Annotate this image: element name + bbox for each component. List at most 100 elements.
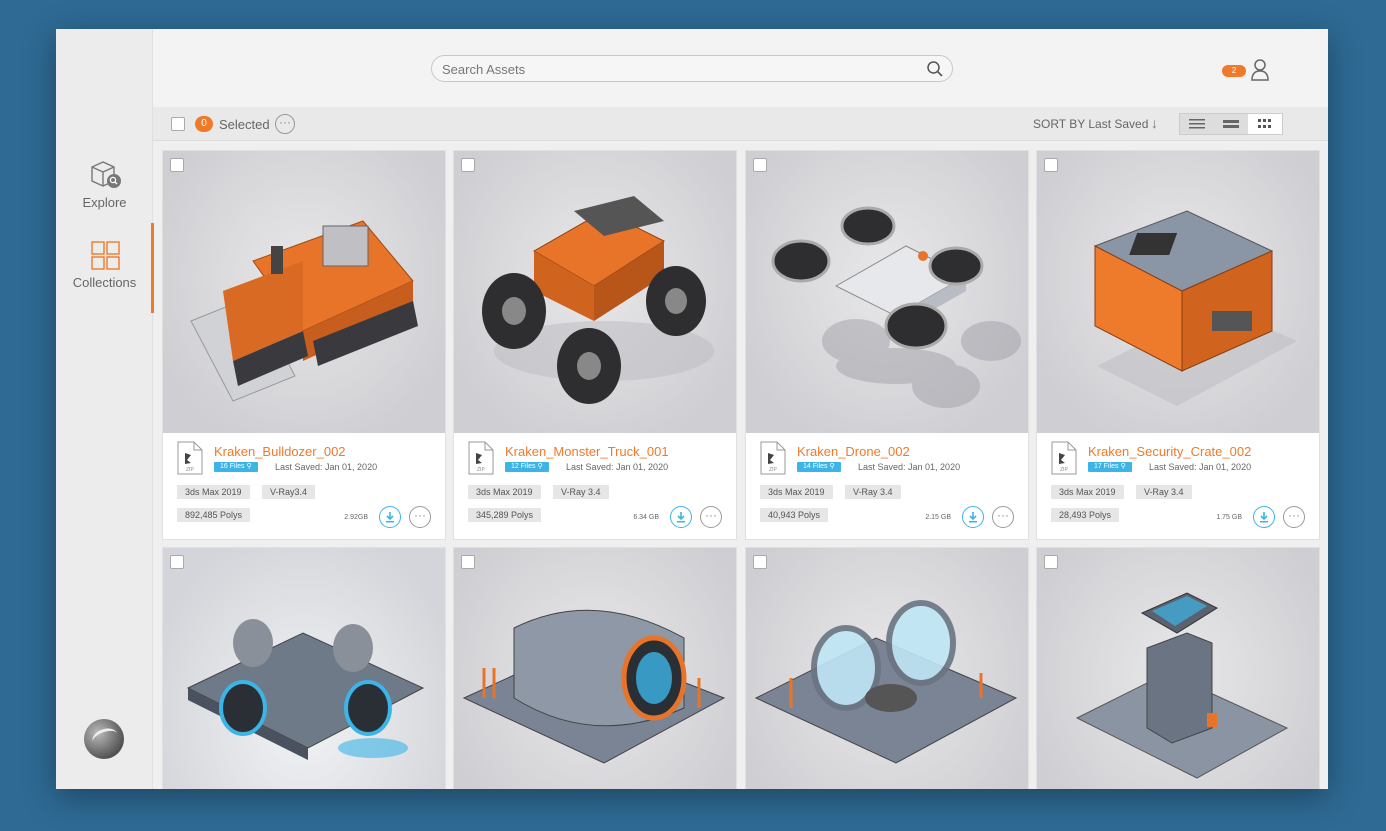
user-icon[interactable] xyxy=(1250,58,1270,82)
polys-tag: 345,289 Polys xyxy=(468,508,542,522)
asset-checkbox[interactable] xyxy=(461,555,475,569)
asset-card[interactable]: ZIP Kraken_Security_Crate_002 17 Files ⚲… xyxy=(1036,150,1320,540)
download-icon xyxy=(677,512,685,523)
asset-thumbnail[interactable] xyxy=(1037,151,1319,433)
asset-more-button[interactable]: ··· xyxy=(992,506,1014,528)
explore-box-search-icon xyxy=(90,161,121,188)
asset-more-button[interactable]: ··· xyxy=(1283,506,1305,528)
file-type-label: ZIP xyxy=(1060,467,1068,473)
asset-checkbox[interactable] xyxy=(170,555,184,569)
download-icon xyxy=(969,512,977,523)
monster-truck-render xyxy=(482,196,714,404)
asset-info: ZIP Kraken_Bulldozer_002 16 Files ⚲ Last… xyxy=(163,433,445,539)
asset-title[interactable]: Kraken_Monster_Truck_001 xyxy=(505,444,669,459)
files-count: 16 Files xyxy=(220,463,245,470)
download-button[interactable] xyxy=(379,506,401,528)
sidebar-item-collections[interactable]: Collections xyxy=(56,223,154,313)
asset-more-button[interactable]: ··· xyxy=(700,506,722,528)
asset-card[interactable]: ZIP Kraken_Bulldozer_002 16 Files ⚲ Last… xyxy=(162,150,446,540)
control-terminal-render xyxy=(1075,592,1289,779)
last-saved: Last Saved: Jan 01, 2020 xyxy=(566,462,669,472)
zip-file-icon: ZIP xyxy=(760,441,786,475)
asset-card[interactable] xyxy=(453,547,737,789)
active-indicator xyxy=(151,223,154,313)
list-view-button[interactable] xyxy=(1180,114,1214,134)
asset-thumbnail[interactable] xyxy=(746,151,1028,433)
last-saved: Last Saved: Jan 01, 2020 xyxy=(858,462,961,472)
asset-title[interactable]: Kraken_Drone_002 xyxy=(797,444,910,459)
download-button[interactable] xyxy=(1253,506,1275,528)
download-icon xyxy=(1260,512,1268,523)
zip-file-icon: ZIP xyxy=(177,441,203,475)
asset-thumbnail[interactable] xyxy=(746,548,1028,789)
files-count: 14 Files xyxy=(803,463,828,470)
app-window: Explore Collections 2 xyxy=(56,29,1328,789)
asset-card[interactable]: ZIP Kraken_Drone_002 14 Files ⚲ Last Sav… xyxy=(745,150,1029,540)
files-count: 17 Files xyxy=(1094,463,1119,470)
file-size: 1.75 GB xyxy=(1216,514,1242,521)
asset-checkbox[interactable] xyxy=(170,158,184,172)
sort-label[interactable]: SORT BY Last Saved xyxy=(1033,117,1148,131)
grid-view-button[interactable] xyxy=(1248,114,1282,134)
search-icon[interactable] xyxy=(926,60,944,78)
renderer-tag: V-Ray3.4 xyxy=(262,485,316,499)
asset-title[interactable]: Kraken_Security_Crate_002 xyxy=(1088,444,1251,459)
asset-thumbnail[interactable] xyxy=(454,548,736,789)
magnifier-icon: ⚲ xyxy=(829,463,835,470)
asset-thumbnail[interactable] xyxy=(454,151,736,433)
asset-card[interactable] xyxy=(745,547,1029,789)
sort-direction-arrow-icon[interactable]: ↓ xyxy=(1151,115,1158,131)
asset-info: ZIP Kraken_Security_Crate_002 17 Files ⚲… xyxy=(1037,433,1319,539)
polys-tag: 28,493 Polys xyxy=(1051,508,1120,522)
compact-list-icon xyxy=(1223,120,1239,128)
notification-badge[interactable]: 2 xyxy=(1222,65,1246,77)
select-all-checkbox[interactable] xyxy=(171,117,185,131)
renderer-tag: V-Ray 3.4 xyxy=(553,485,609,499)
sidebar-item-label: Explore xyxy=(82,195,127,210)
logo-swirl xyxy=(89,725,121,751)
portal-rings-render xyxy=(754,600,1018,764)
sidebar-item-label: Collections xyxy=(72,275,137,290)
file-size: 2.15 GB xyxy=(925,514,951,521)
asset-more-button[interactable]: ··· xyxy=(409,506,431,528)
app-logo[interactable] xyxy=(84,719,124,759)
bulk-actions-more-button[interactable]: ··· xyxy=(275,114,295,134)
asset-checkbox[interactable] xyxy=(753,158,767,172)
machinery-platform-render xyxy=(186,619,425,760)
file-type-label: ZIP xyxy=(477,467,485,473)
asset-card[interactable] xyxy=(162,547,446,789)
asset-checkbox[interactable] xyxy=(461,158,475,172)
zip-file-icon: ZIP xyxy=(468,441,494,475)
asset-card[interactable]: ZIP Kraken_Monster_Truck_001 12 Files ⚲ … xyxy=(453,150,737,540)
sidebar-item-explore[interactable]: Explore xyxy=(56,159,153,219)
polys-tag: 892,485 Polys xyxy=(177,508,251,522)
grid-dots-icon xyxy=(1258,119,1271,128)
file-size: 2.92GB xyxy=(344,514,368,521)
asset-checkbox[interactable] xyxy=(753,555,767,569)
files-badge[interactable]: 12 Files ⚲ xyxy=(505,462,549,472)
download-button[interactable] xyxy=(670,506,692,528)
view-mode-switcher xyxy=(1179,113,1283,135)
last-saved: Last Saved: Jan 01, 2020 xyxy=(1149,462,1252,472)
files-badge[interactable]: 14 Files ⚲ xyxy=(797,462,841,472)
grid-squares-icon xyxy=(90,241,120,270)
compact-list-view-button[interactable] xyxy=(1214,114,1248,134)
polys-tag: 40,943 Polys xyxy=(760,508,829,522)
files-badge[interactable]: 17 Files ⚲ xyxy=(1088,462,1132,472)
toolbar: 0 Selected ··· SORT BY Last Saved ↓ xyxy=(153,107,1328,141)
asset-thumbnail[interactable] xyxy=(163,151,445,433)
sidebar: Explore Collections xyxy=(56,29,154,789)
file-type-label: ZIP xyxy=(186,467,194,473)
asset-title[interactable]: Kraken_Bulldozer_002 xyxy=(214,444,346,459)
download-button[interactable] xyxy=(962,506,984,528)
asset-checkbox[interactable] xyxy=(1044,158,1058,172)
software-tag: 3ds Max 2019 xyxy=(177,485,250,499)
magnifier-icon: ⚲ xyxy=(246,463,252,470)
asset-card[interactable] xyxy=(1036,547,1320,789)
asset-thumbnail[interactable] xyxy=(1037,548,1319,789)
download-icon xyxy=(386,512,394,523)
asset-thumbnail[interactable] xyxy=(163,548,445,789)
search-input[interactable] xyxy=(442,60,912,78)
asset-checkbox[interactable] xyxy=(1044,555,1058,569)
files-badge[interactable]: 16 Files ⚲ xyxy=(214,462,258,472)
